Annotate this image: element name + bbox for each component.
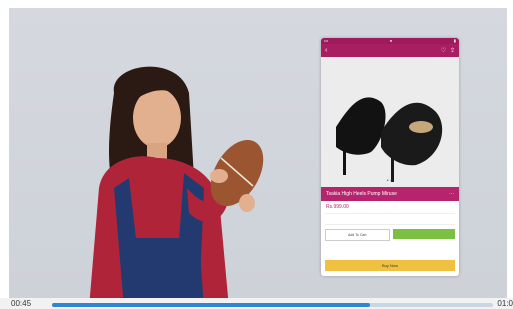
size-selector-row	[325, 213, 455, 225]
woman-with-football-illustration	[89, 66, 264, 298]
carousel-dots: • ○	[386, 178, 394, 184]
phone-mockup: ••• ● ▮ ‹ ♡ ⇪ • ○ Tsakia High Heels Pump M…	[321, 38, 459, 276]
share-icon: ⇪	[449, 48, 455, 54]
progress-fill	[52, 303, 370, 307]
phone-app-header: ‹ ♡ ⇪	[321, 44, 459, 57]
product-price: Rs.999.00	[326, 204, 349, 210]
video-controls[interactable]: 00:45 01:0	[0, 298, 513, 309]
back-arrow-icon: ‹	[325, 47, 328, 54]
product-image: • ○	[321, 57, 459, 187]
video-player[interactable]: ••• ● ▮ ‹ ♡ ⇪ • ○ Tsakia High Heels Pump M…	[9, 8, 507, 298]
green-button	[392, 229, 455, 239]
phone-action-row: Add To Cart	[321, 227, 459, 243]
add-to-cart-button: Add To Cart	[325, 229, 390, 241]
progress-bar[interactable]	[52, 303, 493, 307]
more-icon: ···	[449, 191, 454, 197]
heart-icon: ♡	[440, 48, 446, 54]
product-title-bar: Tsakia High Heels Pump Miruse ···	[321, 187, 459, 201]
current-time: 00:45	[11, 299, 32, 308]
product-title: Tsakia High Heels Pump Miruse	[326, 191, 397, 197]
duration: 01:0	[497, 299, 513, 308]
buy-now-button: Buy Now	[325, 260, 455, 271]
black-heels-image	[336, 97, 443, 182]
